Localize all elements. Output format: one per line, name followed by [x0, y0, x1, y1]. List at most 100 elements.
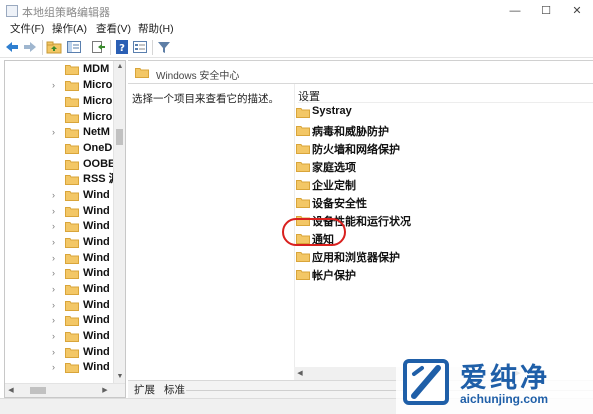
toolbar-separator [152, 40, 153, 55]
list-item[interactable]: 病毒和威胁防护 [296, 122, 496, 140]
scroll-down-icon[interactable]: ▼ [114, 371, 125, 383]
folder-icon [65, 81, 79, 91]
folder-icon [65, 160, 79, 170]
expand-arrow-icon[interactable]: › [52, 298, 55, 313]
expand-arrow-icon[interactable]: › [52, 251, 55, 266]
details-pane: Windows 安全中心 选择一个项目来查看它的描述。 设置 Systray 病… [128, 60, 593, 381]
list-item[interactable]: 企业定制 [296, 176, 496, 194]
folder-icon [296, 252, 310, 262]
description-text: 选择一个项目来查看它的描述。 [132, 93, 279, 105]
scroll-left-icon[interactable]: ◀ [294, 367, 306, 381]
menu-action[interactable]: 操作(A) [52, 22, 87, 36]
show-hide-tree-icon[interactable] [66, 39, 82, 55]
toolbar-separator [42, 40, 43, 55]
folder-icon [65, 191, 79, 201]
menu-view[interactable]: 查看(V) [96, 22, 131, 36]
scroll-right-icon[interactable]: ▶ [99, 384, 111, 397]
tree-item[interactable]: › Wind [5, 298, 113, 313]
minimize-button[interactable]: — [500, 0, 530, 22]
folder-icon [65, 348, 79, 358]
expand-arrow-icon[interactable]: › [52, 78, 55, 93]
tree-item[interactable]: RSS 源 [5, 172, 113, 187]
expand-arrow-icon[interactable]: › [52, 219, 55, 234]
expand-arrow-icon[interactable]: › [52, 266, 55, 281]
up-folder-icon[interactable] [46, 39, 62, 55]
tree-vertical-scrollbar[interactable]: ▲ ▼ [113, 61, 125, 383]
expand-arrow-icon[interactable]: › [52, 345, 55, 360]
folder-icon [65, 144, 79, 154]
expand-arrow-icon[interactable]: › [52, 282, 55, 297]
highlight-circle [282, 218, 346, 246]
tab-extended[interactable]: 扩展 [134, 383, 155, 397]
current-path: Windows 安全中心 [156, 71, 240, 82]
maximize-button[interactable]: ☐ [531, 0, 561, 22]
folder-icon [65, 285, 79, 295]
expand-arrow-icon[interactable]: › [52, 235, 55, 250]
tree-item[interactable]: MDM [5, 62, 113, 77]
tree-item[interactable]: Micro [5, 94, 113, 109]
list-item[interactable]: 应用和浏览器保护 [296, 248, 496, 266]
folder-icon [65, 269, 79, 279]
tree-item[interactable]: Micro [5, 110, 113, 125]
list-item[interactable]: 家庭选项 [296, 158, 496, 176]
watermark: 爱纯净 aichunjing.com [396, 354, 593, 414]
list-item[interactable]: 防火墙和网络保护 [296, 140, 496, 158]
tree-item[interactable]: › Wind [5, 251, 113, 266]
folder-icon [65, 175, 79, 185]
folder-icon [135, 68, 149, 78]
properties-icon[interactable] [132, 39, 148, 55]
folder-icon [65, 65, 79, 75]
scroll-up-icon[interactable]: ▲ [114, 61, 125, 73]
list-item[interactable]: 帐户保护 [296, 266, 496, 284]
list-item[interactable]: Systray [296, 104, 496, 122]
export-list-icon[interactable] [90, 39, 106, 55]
window-title: 本地组策略编辑器 [22, 7, 110, 19]
scrollbar-thumb[interactable] [30, 387, 46, 394]
expand-arrow-icon[interactable]: › [52, 125, 55, 140]
expand-arrow-icon[interactable]: › [52, 188, 55, 203]
column-header-setting[interactable]: 设置 [298, 87, 593, 103]
tree-item[interactable]: › Wind [5, 219, 113, 234]
path-bar: Windows 安全中心 [128, 61, 593, 84]
list-item[interactable]: 设备安全性 [296, 194, 496, 212]
tree-item[interactable]: › Wind [5, 360, 113, 375]
tree-item[interactable]: › Wind [5, 235, 113, 250]
forward-icon[interactable] [22, 39, 38, 55]
tree-item[interactable]: OOBE [5, 157, 113, 172]
tree-item[interactable]: › Wind [5, 188, 113, 203]
tab-standard[interactable]: 标准 [164, 383, 185, 397]
expand-arrow-icon[interactable]: › [52, 204, 55, 219]
scroll-left-icon[interactable]: ◀ [5, 384, 17, 397]
folder-icon [296, 126, 310, 136]
menu-bar: 文件(F) 操作(A) 查看(V) 帮助(H) [0, 22, 593, 36]
close-button[interactable]: ✕ [562, 0, 592, 22]
filter-icon[interactable] [156, 39, 172, 55]
menu-file[interactable]: 文件(F) [10, 22, 44, 36]
folder-icon [65, 238, 79, 248]
scrollbar-thumb[interactable] [116, 129, 123, 145]
folder-icon [296, 198, 310, 208]
back-icon[interactable] [4, 39, 20, 55]
tree-item[interactable]: › Wind [5, 313, 113, 328]
tree-item[interactable]: › NetM [5, 125, 113, 140]
watermark-url: aichunjing.com [460, 392, 549, 406]
tree-item[interactable]: › Wind [5, 329, 113, 344]
folder-icon [296, 180, 310, 190]
folder-icon [65, 254, 79, 264]
tree-item[interactable]: › Micro [5, 78, 113, 93]
navigation-tree[interactable]: MDM › Micro Micro Micro › NetM OneD OOBE… [4, 60, 126, 398]
tree-item[interactable]: OneD [5, 141, 113, 156]
tree-item[interactable]: › Wind [5, 282, 113, 297]
tree-item[interactable]: › Wind [5, 266, 113, 281]
menu-help[interactable]: 帮助(H) [138, 22, 174, 36]
toolbar: ? [0, 36, 593, 58]
tree-item[interactable]: › Wind [5, 345, 113, 360]
expand-arrow-icon[interactable]: › [52, 313, 55, 328]
tree-horizontal-scrollbar[interactable]: ◀ ▶ [5, 383, 125, 397]
help-icon[interactable]: ? [114, 39, 130, 55]
tree-item[interactable]: › Wind [5, 204, 113, 219]
toolbar-separator [110, 40, 111, 55]
folder-icon [65, 301, 79, 311]
expand-arrow-icon[interactable]: › [52, 329, 55, 344]
expand-arrow-icon[interactable]: › [52, 360, 55, 375]
